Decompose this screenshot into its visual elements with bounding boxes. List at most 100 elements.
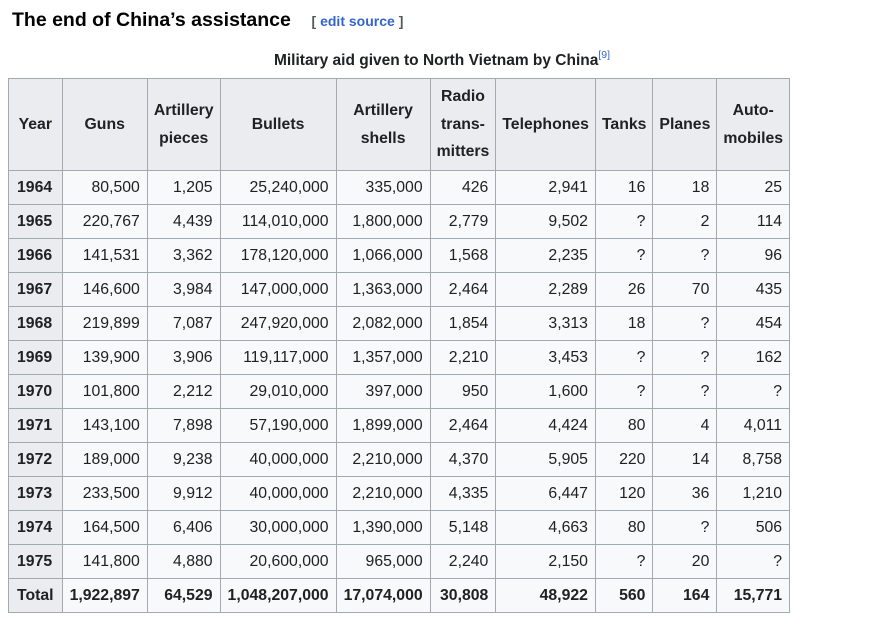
value-cell: ? <box>652 238 718 273</box>
value-cell: 141,531 <box>61 238 148 273</box>
value-cell: 101,800 <box>61 374 148 409</box>
value-cell: 114 <box>716 204 791 239</box>
value-cell: 189,000 <box>61 442 148 477</box>
value-cell: 220,767 <box>61 204 148 239</box>
table-row: 1970 101,800 2,212 29,010,000 397,000 950 1,60… <box>8 374 791 409</box>
table-row: 1972 189,000 9,238 40,000,000 2,210,000 4,370… <box>8 442 791 477</box>
value-cell: 9,502 <box>495 204 596 239</box>
footnote-link[interactable]: [9] <box>598 49 610 61</box>
year-cell: 1974 <box>8 510 63 545</box>
value-cell: 2,779 <box>429 204 497 239</box>
value-cell: 80 <box>594 408 654 443</box>
value-cell: 4,880 <box>146 544 221 579</box>
value-cell: 2,210 <box>429 340 497 375</box>
header-line: Auto- <box>732 102 774 119</box>
header-year: Year <box>8 78 63 171</box>
value-cell: 7,898 <box>146 408 221 443</box>
year-cell: 1965 <box>8 204 63 239</box>
value-cell: 40,000,000 <box>219 442 337 477</box>
value-cell: 25 <box>716 170 791 205</box>
value-cell: 114,010,000 <box>219 204 337 239</box>
table-row: 1971 143,100 7,898 57,190,000 1,899,000 2,464… <box>8 408 791 443</box>
value-cell: 1,205 <box>146 170 221 205</box>
value-cell: 2,082,000 <box>335 306 431 341</box>
value-cell: 164 <box>652 578 718 613</box>
value-cell: 40,000,000 <box>219 476 337 511</box>
value-cell: 2,464 <box>429 408 497 443</box>
value-cell: 4 <box>652 408 718 443</box>
value-cell: 2,150 <box>495 544 596 579</box>
value-cell: 560 <box>594 578 654 613</box>
value-cell: 1,600 <box>495 374 596 409</box>
value-cell: 233,500 <box>61 476 148 511</box>
header-line: Artillery <box>353 102 413 119</box>
value-cell: 48,922 <box>495 578 596 613</box>
value-cell: 57,190,000 <box>219 408 337 443</box>
value-cell: 335,000 <box>335 170 431 205</box>
value-cell: 120 <box>594 476 654 511</box>
year-cell: 1966 <box>8 238 63 273</box>
value-cell: 247,920,000 <box>219 306 337 341</box>
edit-source-link[interactable]: edit source <box>320 13 395 29</box>
table-row: 1975 141,800 4,880 20,600,000 965,000 2,240 2,… <box>8 544 791 579</box>
edit-close-bracket: ] <box>398 13 404 29</box>
value-cell: 2,941 <box>495 170 596 205</box>
value-cell: 219,899 <box>61 306 148 341</box>
year-cell: 1975 <box>8 544 63 579</box>
table-caption-text: Military aid given to North Vietnam by C… <box>273 52 599 69</box>
value-cell: 178,120,000 <box>219 238 337 273</box>
value-cell: 3,906 <box>146 340 221 375</box>
header-artillery-shells: Artillery shells <box>335 78 431 171</box>
value-cell: 3,984 <box>146 272 221 307</box>
value-cell: 2,212 <box>146 374 221 409</box>
header-tanks: Tanks <box>594 78 654 171</box>
edit-open-bracket: [ <box>311 13 317 29</box>
value-cell: ? <box>652 340 718 375</box>
value-cell: 2,240 <box>429 544 497 579</box>
value-cell: 4,011 <box>716 408 791 443</box>
table-row: 1974 164,500 6,406 30,000,000 1,390,000 5,148… <box>8 510 791 545</box>
value-cell: 15,771 <box>716 578 791 613</box>
section-title: The end of China’s assistance <box>12 9 291 31</box>
value-cell: 143,100 <box>61 408 148 443</box>
value-cell: 2,210,000 <box>335 476 431 511</box>
header-line: trans- <box>441 115 485 133</box>
table-row: 1965 220,767 4,439 114,010,000 1,800,000 2,77… <box>8 204 791 239</box>
value-cell: 1,854 <box>429 306 497 341</box>
header-artillery-pieces: Artillery pieces <box>146 78 221 171</box>
header-line: Artillery <box>153 102 214 119</box>
value-cell: 26 <box>594 272 654 307</box>
value-cell: 426 <box>429 170 497 205</box>
value-cell: 164,500 <box>61 510 148 545</box>
value-cell: 64,529 <box>146 578 221 613</box>
value-cell: 147,000,000 <box>219 272 337 307</box>
value-cell: 435 <box>716 272 791 307</box>
value-cell: 1,568 <box>429 238 497 273</box>
header-line: Radio <box>441 88 485 106</box>
value-cell: 4,335 <box>429 476 497 511</box>
year-cell: 1972 <box>8 442 63 477</box>
year-cell: 1968 <box>8 306 63 341</box>
value-cell: 70 <box>652 272 718 307</box>
header-radio-transmitters: Radio trans-mitters <box>429 78 497 171</box>
value-cell: 1,048,207,000 <box>219 578 337 613</box>
value-cell: ? <box>594 340 654 375</box>
value-cell: 139,900 <box>61 340 148 375</box>
table-row: 1964 80,500 1,205 25,240,000 335,000 426 2,941… <box>8 170 791 205</box>
value-cell: 1,922,897 <box>61 578 148 613</box>
value-cell: 146,600 <box>61 272 148 307</box>
edit-section: [ edit source ] <box>312 13 404 29</box>
value-cell: 397,000 <box>335 374 431 409</box>
value-cell: ? <box>716 544 791 579</box>
value-cell: 1,899,000 <box>335 408 431 443</box>
value-cell: 4,663 <box>495 510 596 545</box>
value-cell: ? <box>594 238 654 273</box>
value-cell: ? <box>594 374 654 409</box>
header-line: shells <box>360 129 406 147</box>
value-cell: 5,905 <box>495 442 596 477</box>
value-cell: 6,447 <box>495 476 596 511</box>
total-row: Total 1,922,897 64,529 1,048,207,000 17,074,… <box>8 578 791 613</box>
value-cell: 1,363,000 <box>335 272 431 307</box>
year-cell: 1973 <box>8 476 63 511</box>
value-cell: 4,370 <box>429 442 497 477</box>
